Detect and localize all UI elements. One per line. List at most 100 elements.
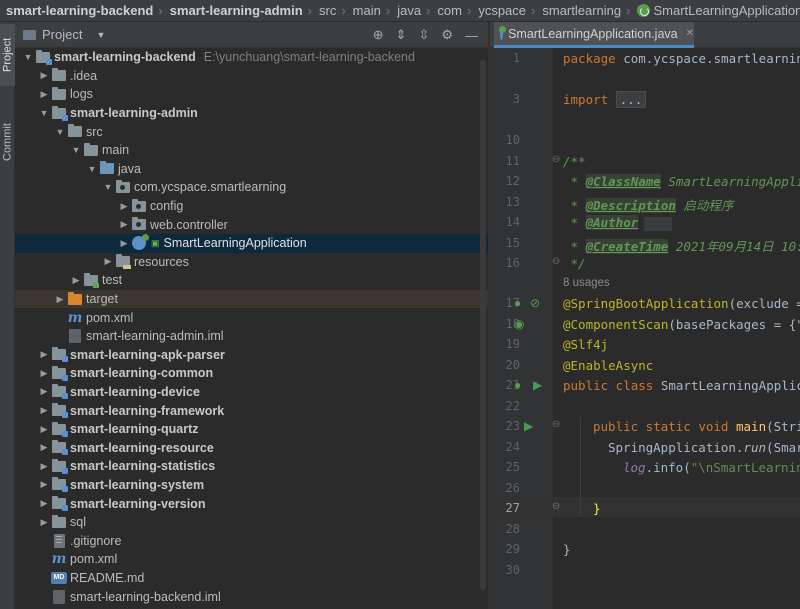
chevron-right-icon[interactable]: ▶ xyxy=(69,275,83,286)
gear-icon[interactable]: ⚙ xyxy=(441,27,453,43)
breadcrumb-item-module[interactable]: smart-learning-admin xyxy=(164,3,307,18)
tree-item-admin-pom[interactable]: m pom.xml xyxy=(15,308,488,327)
breadcrumb-item-smartlearning[interactable]: smartlearning xyxy=(536,3,625,18)
line-number: 1 xyxy=(512,51,520,65)
tree-item-label: com.ycspace.smartlearning xyxy=(134,180,287,195)
chevron-down-icon[interactable]: ▼ xyxy=(37,108,51,118)
usages-hint[interactable]: 8 usages xyxy=(563,277,610,289)
tree-item-test[interactable]: ▶ test xyxy=(15,271,488,290)
fold-icon[interactable]: ⊖ xyxy=(552,256,560,267)
tree-item-label: src xyxy=(86,124,103,139)
breadcrumb-item-java[interactable]: java xyxy=(391,3,425,18)
code-annotation: @ComponentScan xyxy=(563,317,669,332)
tree-item-config[interactable]: ▶ config xyxy=(15,197,488,216)
chevron-right-icon[interactable]: ▶ xyxy=(37,368,51,379)
close-icon[interactable]: ✕ xyxy=(686,28,694,39)
tree-item-logs[interactable]: ▶ logs xyxy=(15,85,488,104)
code-keyword: public class xyxy=(563,378,661,393)
tree-item-admin[interactable]: ▼ smart-learning-admin xyxy=(15,104,488,123)
tree-item-resource[interactable]: ▶ smart-learning-resource xyxy=(15,438,488,457)
commit-tool-tab[interactable]: Commit xyxy=(0,114,15,170)
chevron-right-icon[interactable]: ▶ xyxy=(101,256,115,267)
fold-icon[interactable]: ⊖ xyxy=(552,419,560,430)
chevron-right-icon[interactable]: ▶ xyxy=(37,479,51,490)
tree-item-quartz[interactable]: ▶ smart-learning-quartz xyxy=(15,420,488,439)
chevron-right-icon[interactable]: ▶ xyxy=(37,424,51,435)
tree-item-application-class[interactable]: ▶ ▣ SmartLearningApplication xyxy=(15,233,488,253)
chevron-right-icon[interactable]: ▶ xyxy=(117,238,131,249)
chevron-right-icon[interactable]: ▶ xyxy=(117,201,131,212)
chevron-right-icon[interactable]: ▶ xyxy=(37,405,51,416)
run-icon[interactable]: ▶ xyxy=(524,419,533,433)
breadcrumb-item-project[interactable]: smart-learning-backend xyxy=(0,3,157,18)
code-text: 2021年09月14日 10: xyxy=(668,239,800,254)
breadcrumb-item-com[interactable]: com xyxy=(431,3,466,18)
project-tool-tab[interactable]: Project xyxy=(0,24,15,86)
tree-item-package[interactable]: ▼ com.ycspace.smartlearning xyxy=(15,178,488,197)
collapse-all-icon[interactable]: ⇳ xyxy=(418,27,429,43)
tree-item-apk-parser[interactable]: ▶ smart-learning-apk-parser xyxy=(15,346,488,365)
run-icon[interactable]: ▶ xyxy=(533,378,542,392)
spring-bean-icon[interactable]: ● xyxy=(514,296,521,310)
tree-item-root-pom[interactable]: m pom.xml xyxy=(15,550,488,569)
chevron-right-icon[interactable]: ▶ xyxy=(53,294,67,305)
tree-item-java[interactable]: ▼ java xyxy=(15,160,488,179)
tree-item-readme[interactable]: MD README.md xyxy=(15,569,488,588)
tree-item-label: logs xyxy=(70,87,93,102)
editor-tab-active[interactable]: SmartLearningApplication.java ✕ xyxy=(494,22,694,48)
tree-item-idea[interactable]: ▶ .idea xyxy=(15,67,488,86)
tree-item-src[interactable]: ▼ src xyxy=(15,122,488,141)
chevron-down-icon[interactable]: ▼ xyxy=(53,127,67,137)
indent-guide xyxy=(580,417,581,517)
fold-icon[interactable]: ⊖ xyxy=(552,154,560,165)
chevron-right-icon[interactable]: ▶ xyxy=(37,517,51,528)
project-view-selector[interactable]: Project ▼ xyxy=(23,27,105,42)
tree-item-version[interactable]: ▶ smart-learning-version xyxy=(15,494,488,513)
chevron-right-icon[interactable]: ▶ xyxy=(37,89,51,100)
tree-scrollbar[interactable] xyxy=(480,60,486,590)
chevron-right-icon[interactable]: ▶ xyxy=(37,442,51,453)
chevron-down-icon[interactable]: ▼ xyxy=(101,182,115,192)
tree-item-framework[interactable]: ▶ smart-learning-framework xyxy=(15,401,488,420)
locate-icon[interactable]: ⊕ xyxy=(373,27,384,43)
chevron-down-icon[interactable]: ▼ xyxy=(21,52,35,62)
collapsed-imports[interactable]: ... xyxy=(615,91,647,108)
folder-icon xyxy=(83,142,99,157)
chevron-right-icon[interactable]: ▶ xyxy=(37,386,51,397)
tree-item-label: SmartLearningApplication xyxy=(163,236,307,251)
tree-item-root[interactable]: ▼ smart-learning-backend E:\yunchuang\smar… xyxy=(15,48,488,67)
chevron-right-icon[interactable]: ▶ xyxy=(37,349,51,360)
tree-item-statistics[interactable]: ▶ smart-learning-statistics xyxy=(15,457,488,476)
chevron-down-icon[interactable]: ▼ xyxy=(85,164,99,174)
expand-all-icon[interactable]: ⇕ xyxy=(396,27,407,43)
tree-item-target[interactable]: ▶ target xyxy=(15,289,488,309)
chevron-right-icon[interactable]: ▶ xyxy=(37,70,51,81)
tree-item-resources[interactable]: ▶ resources xyxy=(15,253,488,272)
spring-bean-icon[interactable]: ● xyxy=(514,378,521,392)
tree-item-system[interactable]: ▶ smart-learning-system xyxy=(15,476,488,495)
chevron-right-icon[interactable]: ▶ xyxy=(37,461,51,472)
spring-config-icon[interactable]: ⊘ xyxy=(530,296,540,310)
chevron-right-icon[interactable]: ▶ xyxy=(37,498,51,509)
chevron-down-icon[interactable]: ▼ xyxy=(69,145,83,155)
tree-item-admin-iml[interactable]: smart-learning-admin.iml xyxy=(15,327,488,346)
code-line: package com.ycspace.smartlearnin xyxy=(563,51,800,66)
project-panel-header: Project ▼ ⊕ ⇕ ⇳ ⚙ — xyxy=(15,22,488,48)
module-folder-icon xyxy=(51,421,68,437)
tree-item-web-controller[interactable]: ▶ web.controller xyxy=(15,215,488,234)
tree-item-sql[interactable]: ▶ sql xyxy=(15,513,488,532)
tree-item-gitignore[interactable]: .gitignore xyxy=(15,531,488,550)
chevron-right-icon[interactable]: ▶ xyxy=(117,219,131,230)
tree-item-main[interactable]: ▼ main xyxy=(15,141,488,160)
tree-item-root-iml[interactable]: smart-learning-backend.iml xyxy=(15,587,488,606)
tree-item-label: config xyxy=(150,199,184,214)
fold-icon[interactable]: ⊖ xyxy=(552,501,560,512)
breadcrumb-item-ycspace[interactable]: ycspace xyxy=(472,3,530,18)
breadcrumb-item-class[interactable]: SmartLearningApplication xyxy=(631,3,800,18)
tree-item-common[interactable]: ▶ smart-learning-common xyxy=(15,364,488,383)
hide-icon[interactable]: — xyxy=(465,28,478,43)
spring-scan-icon[interactable]: ◉ xyxy=(514,317,524,331)
tree-item-device[interactable]: ▶ smart-learning-device xyxy=(15,383,488,402)
breadcrumb-item-main[interactable]: main xyxy=(347,3,385,18)
breadcrumb-item-src[interactable]: src xyxy=(313,3,340,18)
